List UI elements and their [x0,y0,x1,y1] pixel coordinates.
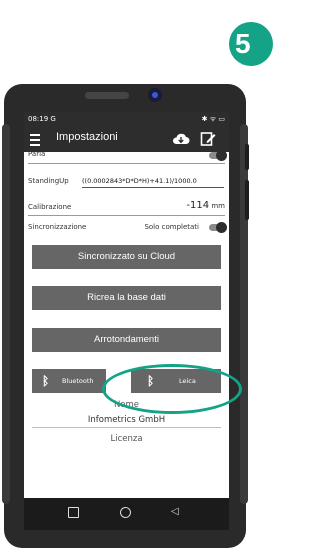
bluetooth-label: Bluetooth [62,377,94,385]
sync-row: Sincronizzazione Solo completati [28,222,227,235]
app-bar: Impostazioni [24,126,229,152]
page-title: Impostazioni [56,131,118,143]
speak-label: Parla [28,150,46,158]
calibration-value[interactable]: -114 [186,200,209,211]
license-field [32,448,221,458]
license-label: Licenza [110,434,143,444]
sync-mode-value: Solo completati [144,223,199,231]
rounding-button[interactable]: Arrotondamenti [32,328,221,352]
status-icons: ✱ ᯤ ▭ [201,115,225,123]
speak-row: Parla [28,150,227,162]
recreate-database-button[interactable]: Ricrea la base dati [32,286,221,310]
bluetooth-button[interactable]: ᛒ Bluetooth [32,369,106,393]
android-nav-bar: ◁ [24,498,229,530]
standing-up-label: StandingUp [28,177,69,185]
step-badge: 5 [229,22,273,66]
calibration-unit: mm [211,202,225,210]
cloud-download-icon[interactable] [172,132,190,146]
edit-icon[interactable] [200,131,216,147]
settings-content: Parla StandingUp ((0.0002843*D*D*H)+41.1… [24,150,229,498]
phone-screen: 08:19 G ✱ ᯤ ▭ Impostazioni Parla Standin… [24,112,229,530]
calibration-label: Calibrazione [28,203,72,211]
calibration-row: Calibrazione -114 mm [28,200,225,214]
leica-highlight-ring [102,364,242,414]
bluetooth-icon: ᛒ [42,374,50,388]
status-time: 08:19 G [28,115,56,123]
sync-label: Sincronizzazione [28,223,87,231]
sync-toggle[interactable] [209,222,227,233]
speak-toggle[interactable] [209,150,227,161]
home-icon[interactable] [120,507,131,518]
earpiece [85,92,129,99]
name-field: Infometrics GmbH [32,414,221,428]
recent-apps-icon[interactable] [68,507,79,518]
standing-up-row: StandingUp ((0.0002843*D*D*H)+41.1)/1000… [28,177,225,189]
name-value: Infometrics GmbH [87,415,166,425]
back-icon[interactable]: ◁ [171,506,179,517]
menu-icon[interactable] [30,131,40,146]
standing-up-formula-input[interactable]: ((0.0002843*D*D*H)+41.1)/1000.0 [82,175,224,188]
sync-cloud-button[interactable]: Sincronizzato su Cloud [32,245,221,269]
status-bar: 08:19 G ✱ ᯤ ▭ [24,112,229,126]
